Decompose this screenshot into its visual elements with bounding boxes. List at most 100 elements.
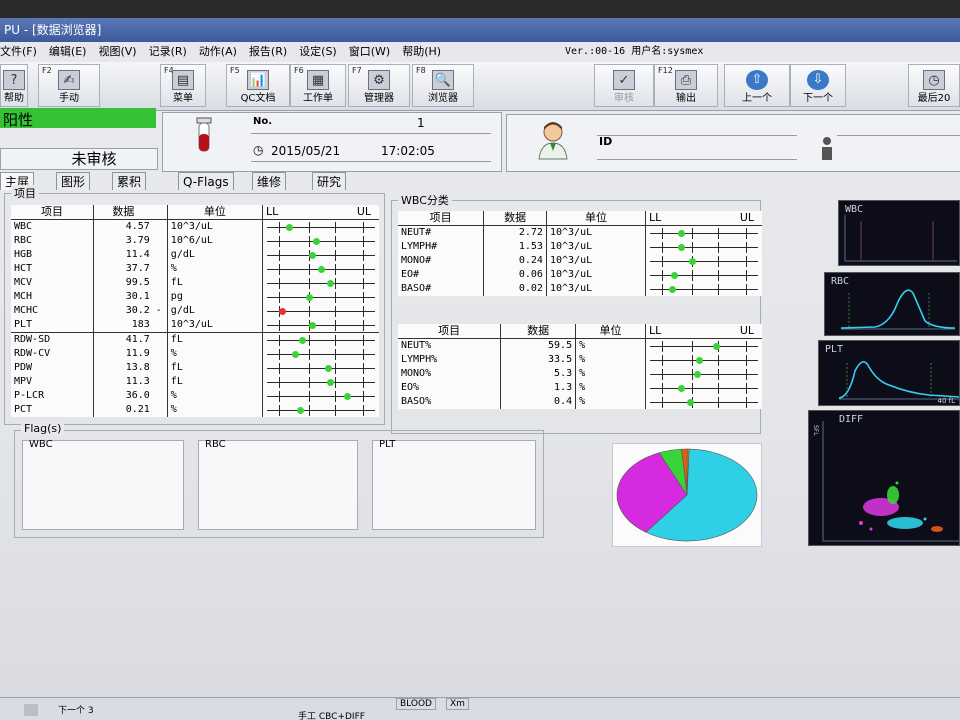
version-user-label: Ver.:00-16 用户名:sysmex xyxy=(565,46,704,57)
toolbar-icon: ▤ xyxy=(172,70,194,90)
range-indicator xyxy=(262,290,379,304)
table-row: MPV 11.3 fL xyxy=(11,375,379,389)
wbc-pie-chart-frame xyxy=(612,443,762,547)
cbc-value: 99.5 xyxy=(93,276,153,290)
range-indicator xyxy=(645,240,762,254)
wbc-value: 33.5 xyxy=(500,353,576,367)
tab-1[interactable]: 图形 xyxy=(56,172,91,190)
cbc-flag-mark xyxy=(153,375,168,389)
toolbar-button-10[interactable]: ⇩ 下一个 xyxy=(790,64,846,107)
toolbar-button-11[interactable]: ◷ 最后20 xyxy=(908,64,960,107)
table-row: NEUT# 2.72 10^3/uL xyxy=(398,225,762,240)
wbc-histogram: WBC xyxy=(838,200,960,266)
wbc-value: 1.53 xyxy=(483,240,547,254)
plt-flag-label: PLT xyxy=(379,439,396,450)
wbc-unit: 10^3/uL xyxy=(545,240,646,254)
toolbar-button-4[interactable]: F6 ▦ 工作单 xyxy=(290,64,346,107)
wbc-value: 0.24 xyxy=(483,254,547,268)
table-row: EO% 1.3% xyxy=(398,381,762,395)
rbc-flag-box: RBC xyxy=(198,439,358,530)
toolbar-button-3[interactable]: F5 📊 QC文档 xyxy=(226,64,290,107)
menu-item-6[interactable]: 设定(S) xyxy=(299,45,337,58)
diff-scattergram: DIFF SFL xyxy=(808,410,960,546)
range-indicator xyxy=(262,375,379,389)
value-marker xyxy=(306,294,314,301)
toolbar-button-9[interactable]: ⇧ 上一个 xyxy=(724,64,790,107)
statusbar-xm: Xm xyxy=(446,698,469,710)
table-row: RDW-SD 41.7 fL xyxy=(11,332,379,348)
toolbar-button-2[interactable]: F4 ▤ 菜单 xyxy=(160,64,206,107)
toolbar-button-8[interactable]: F12 ⎙ 输出 xyxy=(654,64,718,107)
menu-item-4[interactable]: 动作(A) xyxy=(199,45,237,58)
value-marker xyxy=(308,322,316,329)
toolbar-button-label: 输出 xyxy=(676,93,696,104)
function-key-label: F6 xyxy=(294,66,304,75)
header-item: 项目 xyxy=(398,324,501,339)
cbc-unit: % xyxy=(166,403,263,417)
title-bar: PU - [数据浏览器] xyxy=(0,18,960,42)
table-row: HCT 37.7% xyxy=(11,262,379,276)
table-row: WBC 4.57 10^3/uL xyxy=(11,219,379,234)
header-data: 数据 xyxy=(483,211,547,226)
tab-5[interactable]: 研究 xyxy=(312,172,347,190)
toolbar-button-0[interactable]: ? 帮助 xyxy=(0,64,28,107)
review-status-panel: 未审核 xyxy=(0,148,158,170)
tab-4[interactable]: 维修 xyxy=(252,172,287,190)
range-indicator xyxy=(645,395,762,409)
table-row: MCHC 30.2- g/dL xyxy=(11,304,379,318)
toolbar-icon: ◷ xyxy=(923,70,945,90)
toolbar-button-6[interactable]: F8 🔍 浏览器 xyxy=(412,64,474,107)
cbc-flag-mark xyxy=(153,361,168,375)
cbc-unit: 10^3/uL xyxy=(166,219,263,234)
value-marker xyxy=(677,385,685,392)
header-item: 项目 xyxy=(11,205,94,220)
range-indicator xyxy=(262,389,379,403)
menu-item-5[interactable]: 报告(R) xyxy=(249,45,287,58)
toolbar-icon: ⎙ xyxy=(675,70,697,90)
value-marker xyxy=(297,407,305,414)
cbc-unit: % xyxy=(166,389,263,403)
wbc-item: EO% xyxy=(401,382,420,393)
cbc-item: HCT xyxy=(14,263,33,274)
positive-status-badge: 阳性 xyxy=(0,108,156,129)
cbc-unit: pg xyxy=(166,290,263,304)
value-marker xyxy=(677,230,685,237)
wbc-group-title: WBC分类 xyxy=(398,192,452,208)
range-indicator xyxy=(262,332,379,347)
plt-axis-label: 40 fL xyxy=(937,397,956,405)
cbc-flag-mark xyxy=(153,234,168,248)
range-indicator xyxy=(645,254,762,268)
toolbar-button-label: 工作单 xyxy=(303,93,333,104)
cbc-value: 30.1 xyxy=(93,290,153,304)
menu-item-2[interactable]: 视图(V) xyxy=(98,45,136,58)
cbc-flag-mark xyxy=(153,347,168,361)
menu-item-0[interactable]: 文件(F) xyxy=(0,45,37,58)
wbc-value: 59.5 xyxy=(500,338,576,353)
menu-item-8[interactable]: 帮助(H) xyxy=(402,45,441,58)
table-row: EO# 0.06 10^3/uL xyxy=(398,268,762,282)
tab-3[interactable]: Q-Flags xyxy=(178,172,234,190)
toolbar-button-5[interactable]: F7 ⚙ 管理器 xyxy=(348,64,410,107)
cbc-unit: % xyxy=(166,262,263,276)
wbc-item: EO# xyxy=(401,269,420,280)
wbc-unit: % xyxy=(575,367,646,381)
cbc-value: 36.0 xyxy=(93,389,153,403)
tab-2[interactable]: 累积 xyxy=(112,172,147,190)
wbc-value: 0.06 xyxy=(483,268,547,282)
menu-item-1[interactable]: 编辑(E) xyxy=(49,45,87,58)
menu-item-7[interactable]: 窗口(W) xyxy=(349,45,390,58)
toolbar-icon: ▦ xyxy=(307,70,329,90)
cbc-value: 3.79 xyxy=(93,234,153,248)
toolbar-button-1[interactable]: F2 ✍ 手动 xyxy=(38,64,100,107)
cbc-flag-mark xyxy=(153,248,168,262)
range-indicator xyxy=(262,219,379,234)
cbc-value: 30.2 xyxy=(93,304,153,318)
table-row: NEUT% 59.5% xyxy=(398,338,762,353)
range-indicator xyxy=(262,304,379,318)
cbc-item: RBC xyxy=(14,235,33,246)
toolbar-icon: 📊 xyxy=(247,70,269,90)
toolbar-button-7[interactable]: ✓ 审核 xyxy=(594,64,654,107)
cbc-flag-mark xyxy=(153,333,168,348)
menu-item-3[interactable]: 记录(R) xyxy=(149,45,187,58)
patient-info-panel: ID xyxy=(506,114,960,172)
